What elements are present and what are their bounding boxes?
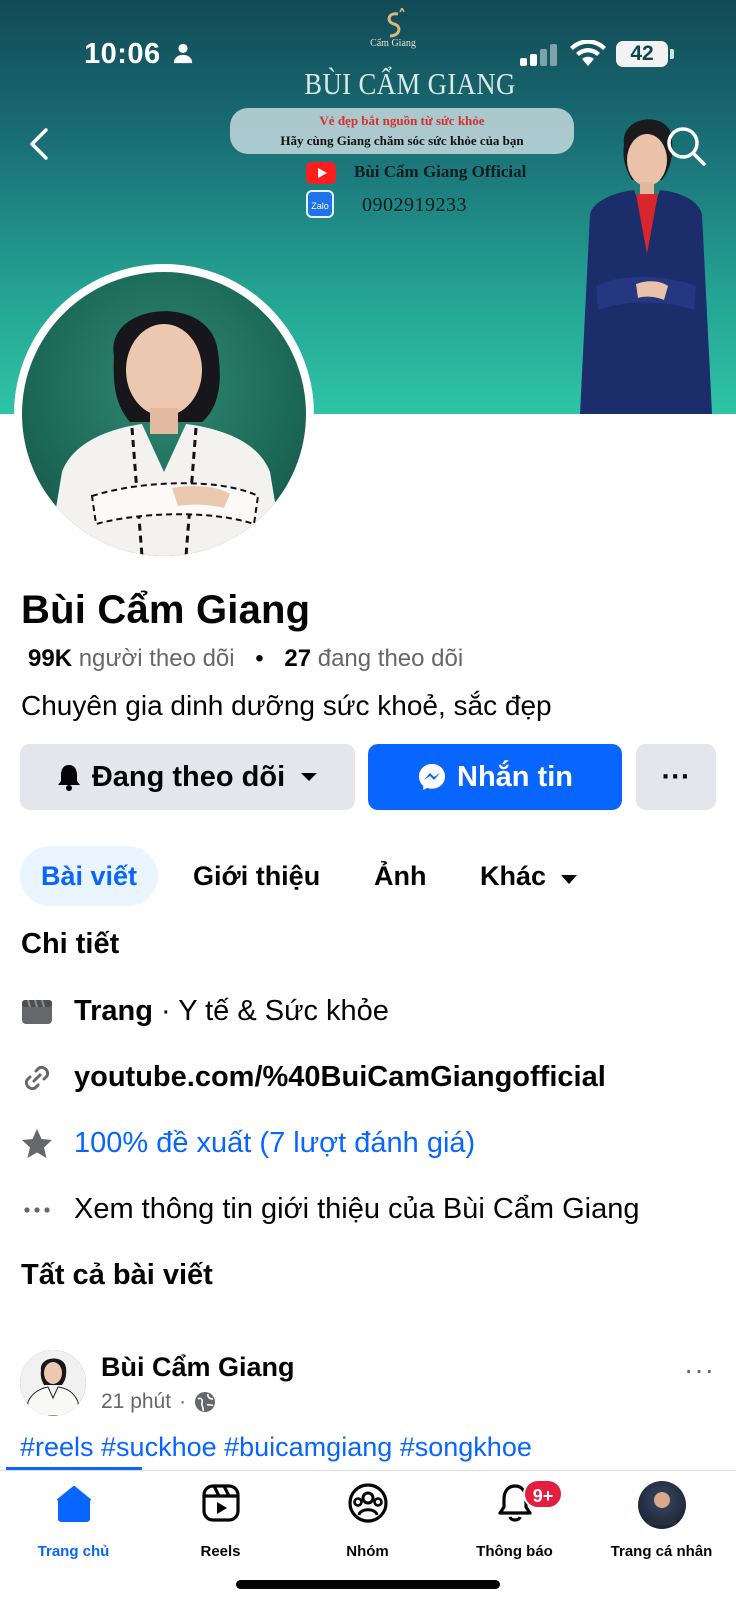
detail-page-type: Trang · Y tế & Sức khỏe [0,987,736,1037]
post-meta: 21 phút · [101,1390,216,1414]
nav-notifications-label: Thông báo [476,1543,553,1560]
status-time: 10:06 [84,38,161,70]
page-category: · Y tế & Sức khỏe [152,995,389,1027]
post-author-name[interactable]: Bùi Cẩm Giang [101,1352,295,1383]
detail-website[interactable]: youtube.com/%40BuiCamGiangofficial [0,1053,736,1103]
nav-home[interactable]: Trang chủ [0,1481,147,1560]
nav-home-label: Trang chủ [37,1543,110,1560]
brand-logo-text: Cẩm Giang [370,38,416,49]
link-icon [24,1065,50,1091]
post-author-avatar-image [20,1350,86,1416]
reels-icon [201,1484,240,1522]
detail-rating[interactable]: 100% đề xuất (7 lượt đánh giá) [0,1119,736,1169]
globe-icon [195,1392,216,1412]
tab-photos[interactable]: Ảnh [374,846,426,906]
chevron-down-icon [301,773,318,781]
nav-profile-label: Trang cá nhân [610,1543,713,1560]
following-button-label: Đang theo dõi [91,760,286,793]
home-icon [56,1486,91,1522]
details-heading: Chi tiết [21,928,120,960]
nav-groups-label: Nhóm [346,1543,389,1560]
cover-slogan-banner: Vẻ đẹp bắt nguồn từ sức khỏe Hãy cùng Gi… [230,108,574,154]
cover-slogan-line2: Hãy cùng Giang chăm sóc sức khỏe của bạn [280,133,524,148]
cover-title: BÙI CẨM GIANG [304,66,516,101]
nav-groups[interactable]: Nhóm [294,1481,441,1560]
post-time[interactable]: 21 phút [101,1390,171,1414]
profile-stats: 99K người theo dõi • 27 đang theo dõi [28,645,463,673]
person-icon [173,43,193,64]
website-link[interactable]: youtube.com/%40BuiCamGiangofficial [74,1061,606,1093]
following-count[interactable]: 27 [284,645,311,672]
youtube-icon [306,162,336,184]
stats-separator: • [255,645,264,672]
following-button[interactable]: Đang theo dõi [20,744,355,810]
nav-profile-avatar [637,1481,686,1529]
bell-icon [57,765,80,791]
see-intro-link[interactable]: Xem thông tin giới thiệu của Bùi Cẩm Gia… [74,1193,640,1226]
page-type-label: Trang [74,995,153,1027]
battery-indicator: 42 [616,41,674,67]
nav-reels-label: Reels [200,1543,241,1560]
profile-name: Bùi Cẩm Giang [21,588,311,632]
detail-see-intro[interactable]: Xem thông tin giới thiệu của Bùi Cẩm Gia… [0,1185,736,1235]
profile-bio: Chuyên gia dinh dưỡng sức khoẻ, sắc đẹp [21,690,552,721]
rating-link[interactable]: 100% đề xuất (7 lượt đánh giá) [74,1127,475,1160]
nav-reels[interactable]: Reels [147,1481,294,1560]
nav-profile[interactable]: Trang cá nhân [588,1481,735,1560]
followers-label[interactable]: người theo dõi [79,645,235,672]
nav-active-indicator [6,1467,142,1470]
back-icon[interactable] [24,124,56,164]
followers-count[interactable]: 99K [28,645,72,672]
cellular-signal-icon [520,44,557,66]
nav-notifications[interactable]: 9+ Thông báo [441,1479,588,1560]
home-indicator [236,1580,500,1589]
star-icon [22,1129,52,1158]
more-dots-icon [24,1207,50,1213]
cover-slogan-line1: Vẻ đẹp bắt nguồn từ sức khỏe [319,113,485,128]
message-button-label: Nhắn tin [457,760,573,793]
all-posts-heading: Tất cả bài viết [21,1259,213,1291]
tab-more[interactable]: Khác [480,846,578,906]
more-options-button[interactable]: ··· [636,744,716,810]
post-author-avatar[interactable] [20,1350,86,1416]
nav-profile-avatar-image [645,1491,678,1525]
messenger-icon [419,764,445,790]
tab-more-label: Khác [480,861,547,891]
chevron-down-icon [560,875,577,884]
post-hashtags[interactable]: #reels #suckhoe #buicamgiang #songkhoe [20,1432,532,1463]
profile-avatar[interactable] [22,272,306,556]
notification-badge: 9+ [523,1479,563,1509]
tab-intro[interactable]: Giới thiệu [193,846,320,906]
search-icon[interactable] [664,124,708,168]
cover-youtube-label: Bùi Cẩm Giang Official [354,162,527,181]
post-more-button[interactable]: ··· [684,1354,715,1386]
post-meta-separator: · [179,1390,187,1413]
profile-avatar-image [48,311,284,556]
zalo-icon: Zalo [306,190,334,218]
following-label[interactable]: đang theo dõi [318,645,463,672]
wifi-icon [570,40,606,66]
tab-posts[interactable]: Bài viết [20,846,158,906]
groups-icon [347,1483,388,1523]
page-flag-icon [22,999,52,1024]
message-button[interactable]: Nhắn tin [368,744,622,810]
cover-phone: 0902919233 [362,194,467,216]
